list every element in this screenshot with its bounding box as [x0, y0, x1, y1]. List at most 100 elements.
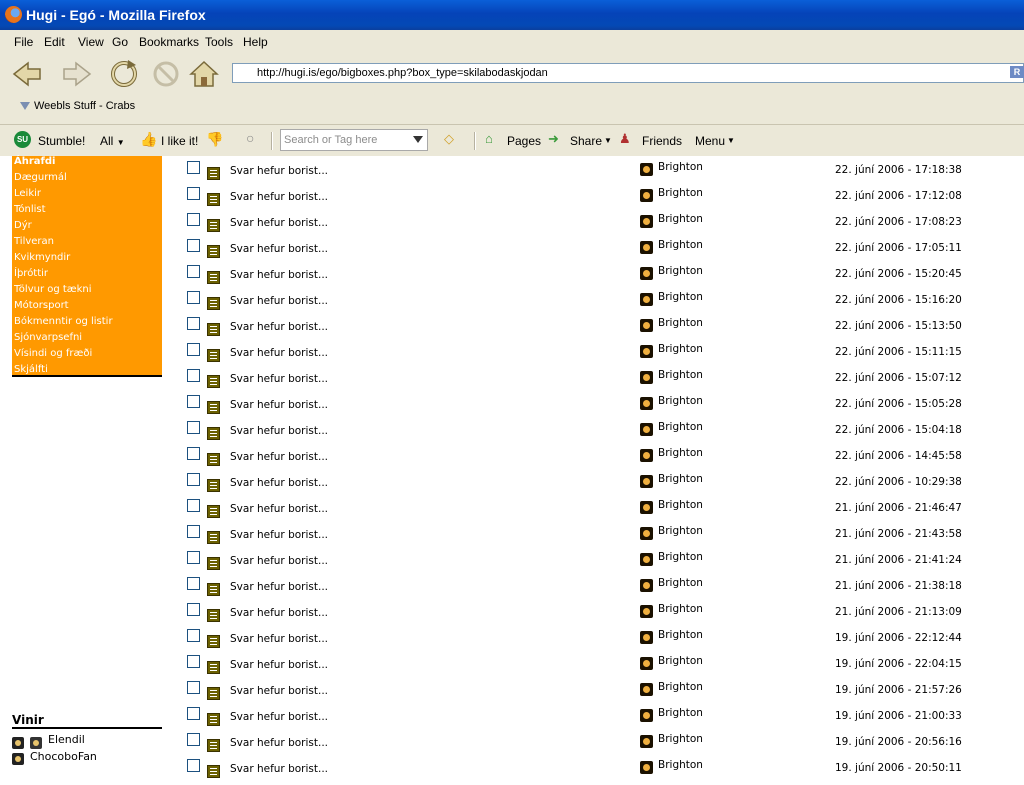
all-dropdown[interactable]: All ▼ — [100, 134, 125, 148]
message-checkbox[interactable] — [187, 421, 200, 434]
message-subject-link[interactable]: Svar hefur borist... — [230, 685, 328, 697]
back-button[interactable] — [10, 57, 59, 91]
message-subject-link[interactable]: Svar hefur borist... — [230, 555, 328, 567]
message-checkbox[interactable] — [187, 629, 200, 642]
menu-edit[interactable]: Edit — [44, 35, 65, 49]
message-subject-link[interactable]: Svar hefur borist... — [230, 243, 328, 255]
message-sender-link[interactable]: Brighton — [658, 447, 703, 459]
message-sender-link[interactable]: Brighton — [658, 603, 703, 615]
stumbleupon-logo-icon[interactable]: SU — [14, 131, 31, 148]
search-dropdown-icon[interactable] — [413, 136, 423, 143]
message-sender-link[interactable]: Brighton — [658, 499, 703, 511]
stop-button[interactable] — [148, 57, 184, 91]
message-subject-link[interactable]: Svar hefur borist... — [230, 503, 328, 515]
message-checkbox[interactable] — [187, 681, 200, 694]
message-checkbox[interactable] — [187, 239, 200, 252]
menu-go[interactable]: Go — [112, 35, 128, 49]
message-sender-link[interactable]: Brighton — [658, 395, 703, 407]
i-like-it-button[interactable]: I like it! — [161, 134, 198, 148]
message-subject-link[interactable]: Svar hefur borist... — [230, 711, 328, 723]
message-checkbox[interactable] — [187, 369, 200, 382]
message-checkbox[interactable] — [187, 603, 200, 616]
message-checkbox[interactable] — [187, 447, 200, 460]
message-sender-link[interactable]: Brighton — [658, 707, 703, 719]
message-checkbox[interactable] — [187, 655, 200, 668]
message-sender-link[interactable]: Brighton — [658, 421, 703, 433]
message-sender-link[interactable]: Brighton — [658, 655, 703, 667]
message-subject-link[interactable]: Svar hefur borist... — [230, 477, 328, 489]
message-subject-link[interactable]: Svar hefur borist... — [230, 373, 328, 385]
message-checkbox[interactable] — [187, 577, 200, 590]
menu-button[interactable]: Menu — [695, 134, 725, 148]
message-subject-link[interactable]: Svar hefur borist... — [230, 295, 328, 307]
message-subject-link[interactable]: Svar hefur borist... — [230, 763, 328, 775]
message-subject-link[interactable]: Svar hefur borist... — [230, 269, 328, 281]
message-subject-link[interactable]: Svar hefur borist... — [230, 529, 328, 541]
message-checkbox[interactable] — [187, 317, 200, 330]
message-subject-link[interactable]: Svar hefur borist... — [230, 191, 328, 203]
stumble-button[interactable]: Stumble! — [38, 134, 85, 148]
message-sender-link[interactable]: Brighton — [658, 577, 703, 589]
message-sender-link[interactable]: Brighton — [658, 161, 703, 173]
message-checkbox[interactable] — [187, 707, 200, 720]
message-checkbox[interactable] — [187, 525, 200, 538]
message-checkbox[interactable] — [187, 265, 200, 278]
share-dropdown-icon[interactable]: ▼ — [604, 136, 612, 145]
message-checkbox[interactable] — [187, 291, 200, 304]
message-subject-link[interactable]: Svar hefur borist... — [230, 737, 328, 749]
message-subject-link[interactable]: Svar hefur borist... — [230, 451, 328, 463]
rss-badge[interactable]: R — [1010, 66, 1024, 78]
message-checkbox[interactable] — [187, 733, 200, 746]
message-sender-link[interactable]: Brighton — [658, 551, 703, 563]
bookmark-item[interactable]: Weebls Stuff - Crabs — [20, 100, 135, 112]
message-subject-link[interactable]: Svar hefur borist... — [230, 165, 328, 177]
menu-tools[interactable]: Tools — [205, 35, 233, 49]
message-subject-link[interactable]: Svar hefur borist... — [230, 425, 328, 437]
message-sender-link[interactable]: Brighton — [658, 473, 703, 485]
message-sender-link[interactable]: Brighton — [658, 369, 703, 381]
menu-help[interactable]: Help — [243, 35, 268, 49]
message-subject-link[interactable]: Svar hefur borist... — [230, 659, 328, 671]
forward-button[interactable] — [58, 57, 94, 91]
reload-button[interactable] — [106, 57, 142, 91]
message-checkbox[interactable] — [187, 759, 200, 772]
comment-bubble-icon[interactable]: ○ — [246, 130, 254, 146]
message-checkbox[interactable] — [187, 213, 200, 226]
message-sender-link[interactable]: Brighton — [658, 213, 703, 225]
message-subject-link[interactable]: Svar hefur borist... — [230, 633, 328, 645]
message-checkbox[interactable] — [187, 551, 200, 564]
friends-button[interactable]: Friends — [642, 134, 682, 148]
message-sender-link[interactable]: Brighton — [658, 629, 703, 641]
message-sender-link[interactable]: Brighton — [658, 733, 703, 745]
message-subject-link[interactable]: Svar hefur borist... — [230, 321, 328, 333]
message-checkbox[interactable] — [187, 473, 200, 486]
menu-dropdown-icon[interactable]: ▼ — [727, 136, 735, 145]
thumbs-up-icon[interactable]: 👍 — [140, 131, 157, 148]
message-subject-link[interactable]: Svar hefur borist... — [230, 607, 328, 619]
message-sender-link[interactable]: Brighton — [658, 681, 703, 693]
url-input[interactable]: http://hugi.is/ego/bigboxes.php?box_type… — [232, 63, 1024, 83]
message-checkbox[interactable] — [187, 499, 200, 512]
message-sender-link[interactable]: Brighton — [658, 343, 703, 355]
thumbs-down-icon[interactable]: 👎 — [206, 131, 223, 148]
tag-icon[interactable]: ◇ — [444, 131, 454, 147]
message-checkbox[interactable] — [187, 343, 200, 356]
message-sender-link[interactable]: Brighton — [658, 239, 703, 251]
message-subject-link[interactable]: Svar hefur borist... — [230, 217, 328, 229]
message-subject-link[interactable]: Svar hefur borist... — [230, 399, 328, 411]
message-subject-link[interactable]: Svar hefur borist... — [230, 347, 328, 359]
message-checkbox[interactable] — [187, 395, 200, 408]
message-sender-link[interactable]: Brighton — [658, 317, 703, 329]
home-button[interactable] — [186, 57, 222, 91]
message-checkbox[interactable] — [187, 187, 200, 200]
message-sender-link[interactable]: Brighton — [658, 291, 703, 303]
menu-bookmarks[interactable]: Bookmarks — [139, 35, 199, 49]
message-sender-link[interactable]: Brighton — [658, 187, 703, 199]
share-button[interactable]: Share — [570, 134, 602, 148]
pages-button[interactable]: Pages — [507, 134, 541, 148]
message-subject-link[interactable]: Svar hefur borist... — [230, 581, 328, 593]
message-sender-link[interactable]: Brighton — [658, 265, 703, 277]
message-sender-link[interactable]: Brighton — [658, 525, 703, 537]
search-tag-input[interactable]: Search or Tag here — [280, 129, 428, 151]
menu-file[interactable]: File — [14, 35, 33, 49]
